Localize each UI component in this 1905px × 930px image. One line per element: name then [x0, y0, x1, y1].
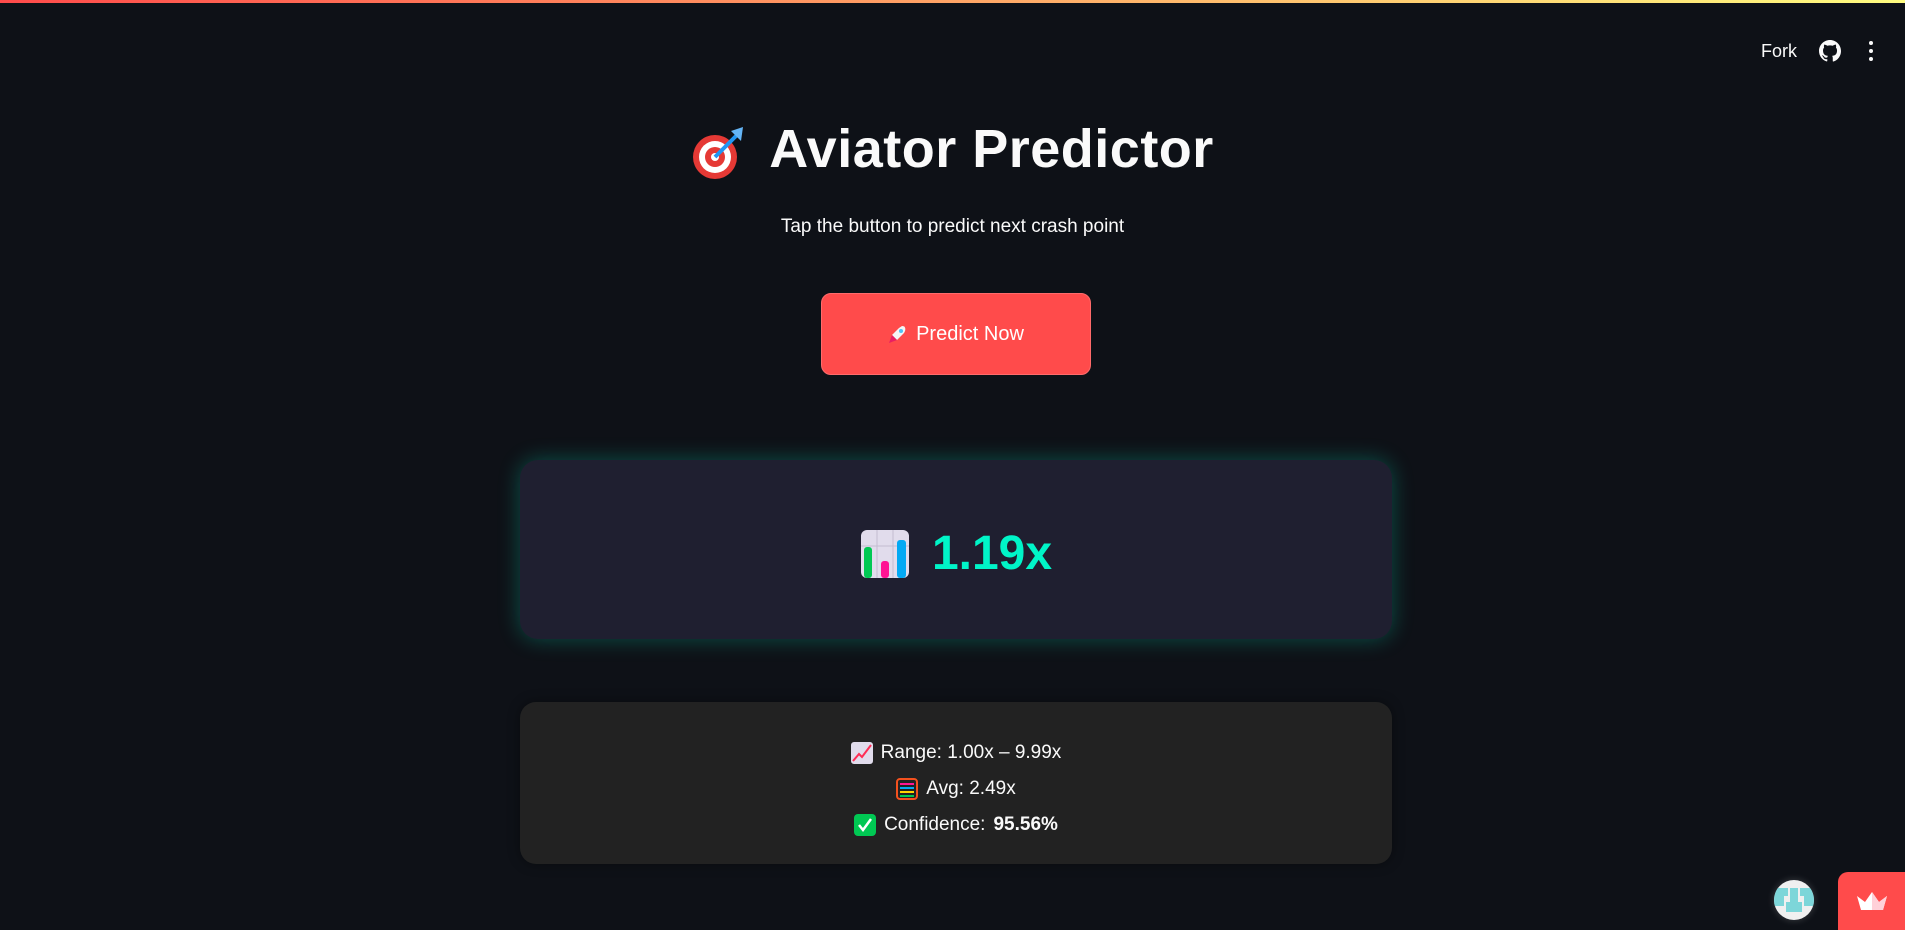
rocket-icon: [889, 326, 906, 343]
chart-increasing-icon: [850, 742, 873, 764]
crown-icon: [1856, 892, 1887, 910]
predicted-multiplier: 1.19x: [931, 527, 1053, 580]
predict-now-button[interactable]: Predict Now: [821, 293, 1091, 375]
stat-confidence: Confidence: 95.56%: [520, 807, 1392, 843]
streamlit-badge-button[interactable]: [1838, 872, 1905, 930]
abacus-icon: [896, 778, 919, 800]
bar-chart-icon: [860, 529, 909, 578]
stat-range: Range: 1.00x – 9.99x: [520, 735, 1392, 771]
predict-now-label: Predict Now: [916, 322, 1024, 345]
stat-average: Avg: 2.49x: [520, 771, 1392, 807]
header-toolbar: Fork: [1761, 40, 1879, 62]
confidence-value: 95.56%: [993, 814, 1058, 835]
page-subtitle: Tap the button to predict next crash poi…: [780, 216, 1125, 237]
page-title: Aviator Predictor: [0, 118, 1905, 181]
prediction-result-card: 1.19x: [520, 460, 1392, 639]
avatar-pattern-icon: [1774, 888, 1814, 912]
direct-hit-target-icon: [693, 126, 744, 179]
user-avatar[interactable]: [1774, 880, 1814, 920]
kebab-menu-icon[interactable]: [1863, 41, 1879, 61]
check-mark-icon: [854, 814, 877, 836]
fork-button[interactable]: Fork: [1761, 41, 1797, 62]
page-title-text: Aviator Predictor: [769, 119, 1214, 179]
prediction-stats-card: Range: 1.00x – 9.99x Avg: 2.49x Confiden…: [520, 702, 1392, 864]
github-icon[interactable]: [1819, 40, 1841, 62]
top-decoration-bar: [0, 0, 1905, 3]
